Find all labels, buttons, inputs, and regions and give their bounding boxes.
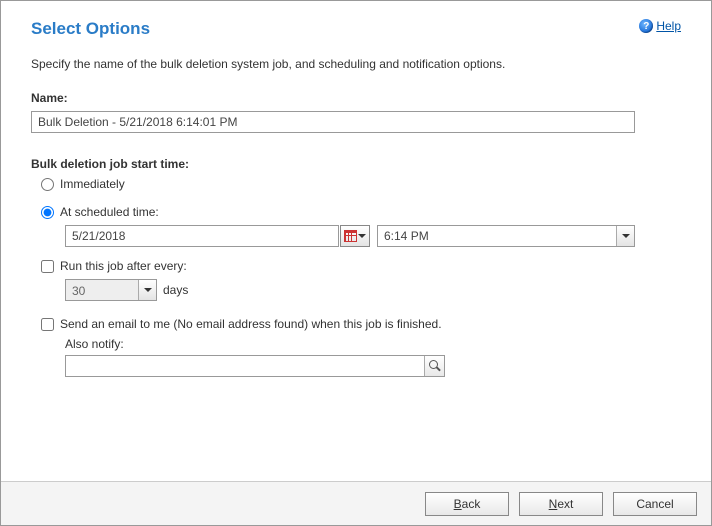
search-icon (429, 360, 441, 372)
chevron-down-icon (358, 234, 366, 238)
date-picker-button[interactable] (340, 225, 370, 247)
page-description: Specify the name of the bulk deletion sy… (31, 57, 681, 71)
page-title: Select Options (31, 19, 150, 39)
email-label: Send an email to me (No email address fo… (60, 317, 442, 331)
wizard-window: Select Options ? Help Specify the name o… (0, 0, 712, 526)
lookup-button[interactable] (424, 356, 444, 376)
help-icon: ? (639, 19, 653, 33)
cancel-label: Cancel (636, 497, 673, 511)
cancel-button[interactable]: Cancel (613, 492, 697, 516)
also-notify-box (65, 355, 445, 377)
date-field[interactable] (66, 226, 338, 246)
time-box (377, 225, 635, 247)
recurrence-checkbox[interactable] (41, 260, 54, 273)
back-label-rest: ack (462, 497, 481, 511)
name-label: Name: (31, 91, 681, 105)
also-notify-field[interactable] (66, 356, 444, 376)
recurrence-value-select[interactable]: 30 (65, 279, 157, 301)
immediately-radio[interactable] (41, 178, 54, 191)
next-button[interactable]: Next (519, 492, 603, 516)
scheduled-label: At scheduled time: (60, 205, 159, 219)
date-box (65, 225, 339, 247)
chevron-down-icon (144, 288, 152, 292)
chevron-down-icon (622, 234, 630, 238)
name-field[interactable] (31, 111, 635, 133)
help-link[interactable]: ? Help (639, 19, 681, 33)
email-checkbox[interactable] (41, 318, 54, 331)
help-label: Help (656, 19, 681, 33)
recurrence-label: Run this job after every: (60, 259, 187, 273)
immediately-label: Immediately (60, 177, 125, 191)
start-time-label: Bulk deletion job start time: (31, 157, 681, 171)
time-dropdown-button[interactable] (616, 226, 634, 246)
back-button[interactable]: Back (425, 492, 509, 516)
time-field[interactable] (378, 226, 634, 246)
recurrence-unit: days (163, 283, 188, 297)
calendar-icon (344, 230, 357, 242)
wizard-footer: Back Next Cancel (1, 481, 711, 525)
also-notify-label: Also notify: (65, 337, 124, 351)
content-area: Select Options ? Help Specify the name o… (1, 1, 711, 481)
recurrence-dropdown-button[interactable] (138, 280, 156, 300)
next-label-rest: ext (557, 497, 573, 511)
scheduled-radio[interactable] (41, 206, 54, 219)
